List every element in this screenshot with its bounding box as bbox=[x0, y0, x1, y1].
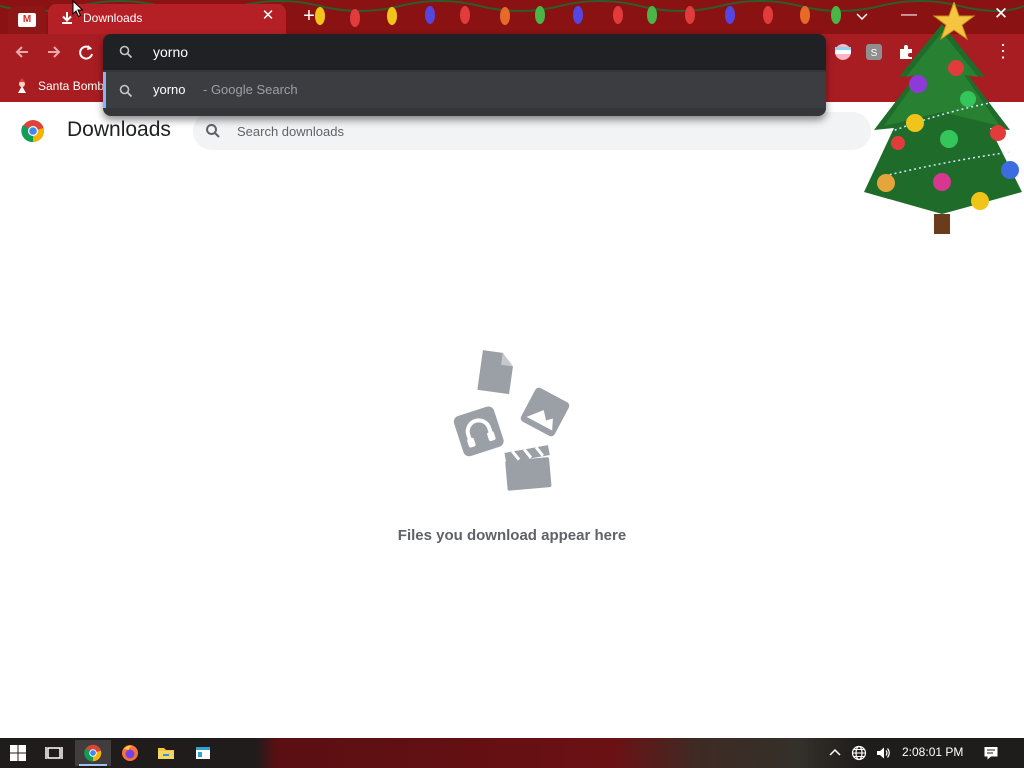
mouse-cursor-icon bbox=[72, 0, 84, 18]
bookmark-santa-bomb[interactable]: Santa Bomb bbox=[14, 77, 104, 95]
notifications-icon[interactable] bbox=[983, 745, 999, 761]
omnibox-dropdown: yorno yorno - Google Search bbox=[103, 34, 826, 116]
chrome-logo-icon bbox=[21, 120, 44, 143]
search-icon bbox=[206, 124, 220, 138]
taskbar-chrome-button[interactable] bbox=[75, 740, 111, 766]
omnibox-suggestion[interactable]: yorno - Google Search bbox=[103, 72, 826, 108]
taskbar-firefox-button[interactable] bbox=[112, 740, 148, 766]
christmas-tree-decoration bbox=[864, 2, 1022, 234]
audio-icon bbox=[453, 406, 504, 457]
tab-gmail[interactable]: M bbox=[8, 6, 46, 34]
omnibox-text: yorno bbox=[153, 44, 189, 60]
new-tab-button[interactable]: + bbox=[298, 5, 320, 27]
suggestion-query: yorno bbox=[153, 82, 186, 97]
taskbar-clock[interactable]: 2:08:01 PM bbox=[902, 745, 963, 759]
firefox-icon bbox=[122, 745, 138, 761]
close-tab-icon[interactable]: ✕ bbox=[260, 8, 276, 24]
chevron-up-icon[interactable] bbox=[827, 745, 843, 761]
taskbar-app-button[interactable] bbox=[185, 740, 221, 766]
empty-downloads-illustration bbox=[453, 350, 570, 491]
windows-start-icon bbox=[10, 745, 26, 761]
task-view-icon bbox=[45, 747, 63, 759]
video-clapper-icon bbox=[504, 445, 552, 491]
start-button[interactable] bbox=[0, 740, 36, 766]
search-icon bbox=[119, 45, 133, 59]
page-title: Downloads bbox=[67, 118, 171, 141]
gmail-icon: M bbox=[18, 13, 36, 27]
forward-arrow-icon[interactable] bbox=[43, 41, 65, 63]
app-window-icon bbox=[196, 747, 210, 759]
reload-icon[interactable] bbox=[75, 41, 97, 63]
santa-favicon-icon bbox=[18, 78, 26, 93]
task-view-button[interactable] bbox=[36, 740, 72, 766]
omnibox-input[interactable]: yorno bbox=[103, 34, 826, 70]
extension-flag-icon[interactable] bbox=[834, 43, 852, 61]
folder-icon bbox=[158, 748, 174, 759]
search-downloads-input[interactable] bbox=[237, 112, 837, 150]
tab-label: Downloads bbox=[83, 11, 143, 25]
file-icon bbox=[477, 350, 513, 395]
chrome-icon bbox=[84, 744, 102, 762]
taskbar-file-explorer-button[interactable] bbox=[148, 740, 184, 766]
volume-icon[interactable] bbox=[875, 745, 891, 761]
bookmark-label: Santa Bomb bbox=[38, 79, 105, 93]
windows-taskbar: 2:08:01 PM bbox=[0, 738, 1024, 768]
image-icon bbox=[520, 387, 570, 437]
back-arrow-icon[interactable] bbox=[11, 41, 33, 63]
search-icon bbox=[119, 84, 133, 98]
suggestion-description: - Google Search bbox=[203, 82, 298, 97]
search-downloads-box[interactable] bbox=[193, 112, 871, 150]
empty-state-message: Files you download appear here bbox=[397, 527, 627, 544]
globe-icon[interactable] bbox=[851, 745, 867, 761]
